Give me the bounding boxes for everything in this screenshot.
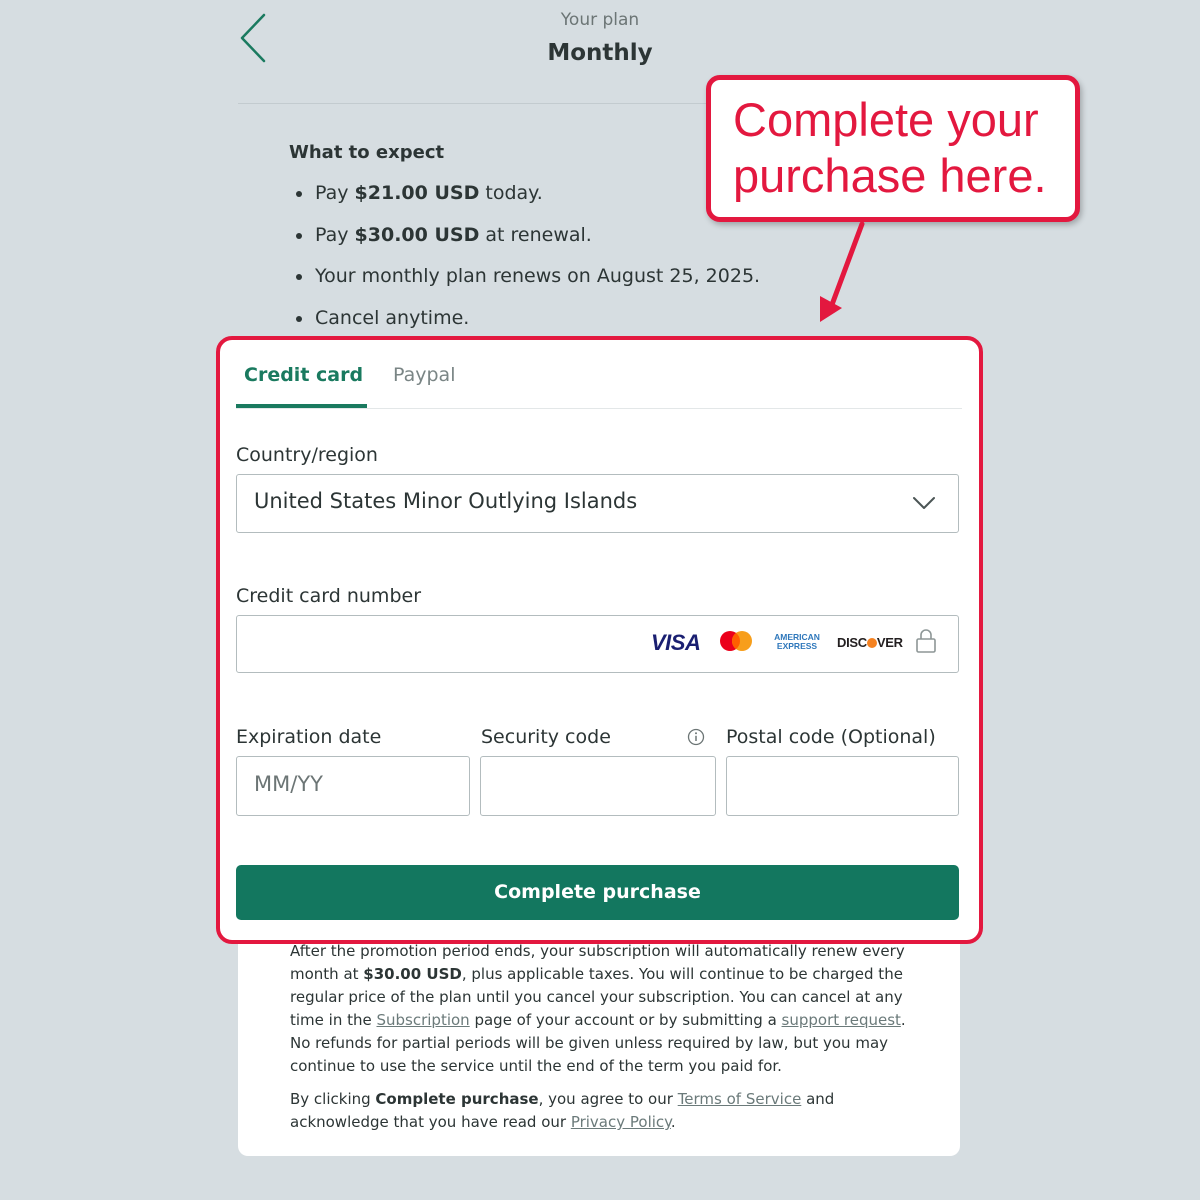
- postal-code-label: Postal code (Optional): [726, 726, 936, 748]
- callout-arrow-icon: [820, 221, 865, 322]
- expectation-item: Your monthly plan renews on August 25, 2…: [295, 259, 760, 301]
- tab-paypal[interactable]: Paypal: [393, 364, 455, 386]
- visa-icon: VISA: [651, 630, 701, 655]
- callout-line-1: Complete your: [733, 93, 1039, 146]
- callout-box: Complete your purchase here.: [706, 75, 1080, 222]
- expectation-item: Pay $21.00 USD today.: [295, 176, 760, 218]
- chevron-down-icon: [913, 497, 935, 509]
- callout-line-2: purchase here.: [733, 149, 1047, 202]
- info-icon[interactable]: [687, 728, 705, 746]
- expiration-label: Expiration date: [236, 726, 382, 748]
- country-label: Country/region: [236, 444, 378, 466]
- payment-form: Credit card Paypal Country/region United…: [216, 336, 983, 944]
- country-value: United States Minor Outlying Islands: [254, 489, 638, 513]
- security-code-label: Security code: [481, 726, 611, 748]
- plan-title: Monthly: [547, 40, 653, 66]
- subscription-link[interactable]: Subscription: [376, 1011, 469, 1029]
- expiration-placeholder: MM/YY: [254, 772, 323, 796]
- card-number-input[interactable]: VISA AMERICAN EXPRESS DISC VER: [236, 615, 959, 673]
- expiration-date-input[interactable]: MM/YY: [236, 756, 470, 816]
- plan-subtitle: Your plan: [560, 10, 640, 30]
- complete-purchase-button[interactable]: Complete purchase: [236, 865, 959, 920]
- support-request-link[interactable]: support request: [782, 1011, 901, 1029]
- terms-of-service-link[interactable]: Terms of Service: [678, 1090, 802, 1108]
- privacy-policy-link[interactable]: Privacy Policy: [571, 1113, 671, 1131]
- amex-icon: AMERICAN EXPRESS: [774, 632, 820, 651]
- country-select[interactable]: United States Minor Outlying Islands: [236, 474, 959, 533]
- security-code-input[interactable]: [480, 756, 716, 816]
- agreement-text: By clicking Complete purchase, you agree…: [290, 1090, 835, 1131]
- expectations-heading: What to expect: [289, 142, 445, 163]
- tab-credit-card[interactable]: Credit card: [244, 364, 363, 386]
- expectation-item: Pay $30.00 USD at renewal.: [295, 218, 760, 260]
- lock-icon: [916, 629, 936, 653]
- postal-code-input[interactable]: [726, 756, 959, 816]
- mastercard-icon: [720, 631, 752, 651]
- card-number-label: Credit card number: [236, 585, 421, 607]
- tab-divider: [236, 408, 962, 409]
- discover-icon: DISC VER: [837, 635, 903, 650]
- renewal-terms-text: After the promotion period ends, your su…: [290, 942, 906, 1075]
- expectations-list: Pay $21.00 USD today. Pay $30.00 USD at …: [295, 176, 760, 342]
